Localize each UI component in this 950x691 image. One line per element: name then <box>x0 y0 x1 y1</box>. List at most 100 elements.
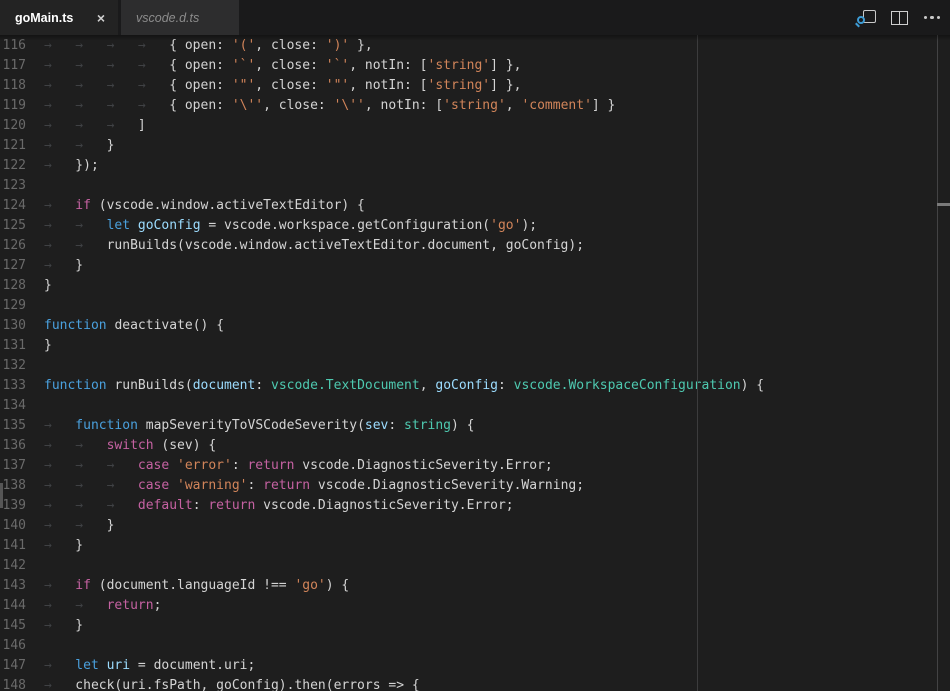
code-line[interactable]: 140→→} <box>0 516 950 536</box>
line-number[interactable]: 122 <box>0 156 44 176</box>
preview-search-icon[interactable] <box>855 8 877 28</box>
code-line[interactable]: 134 <box>0 396 950 416</box>
code-line[interactable]: 142 <box>0 556 950 576</box>
line-number[interactable]: 132 <box>0 356 44 376</box>
line-number[interactable]: 123 <box>0 176 44 196</box>
code-line[interactable]: 121→→} <box>0 136 950 156</box>
line-number[interactable]: 137 <box>0 456 44 476</box>
code-line[interactable]: 125→→let goConfig = vscode.workspace.get… <box>0 216 950 236</box>
line-number[interactable]: 128 <box>0 276 44 296</box>
line-number[interactable]: 119 <box>0 96 44 116</box>
line-number[interactable]: 124 <box>0 196 44 216</box>
code-line[interactable]: 124→if (vscode.window.activeTextEditor) … <box>0 196 950 216</box>
line-number[interactable]: 144 <box>0 596 44 616</box>
code-line[interactable]: 127→} <box>0 256 950 276</box>
line-number[interactable]: 127 <box>0 256 44 276</box>
tab-whitespace-arrow-icon: → <box>75 516 106 536</box>
scrollbar-track-edge[interactable] <box>937 35 938 691</box>
code-text: →let uri = document.uri; <box>44 656 255 676</box>
tab-whitespace-arrow-icon: → <box>75 496 106 516</box>
code-text: →→runBuilds(vscode.window.activeTextEdit… <box>44 236 584 256</box>
tab-whitespace-arrow-icon: → <box>75 136 106 156</box>
code-line[interactable]: 148→check(uri.fsPath, goConfig).then(err… <box>0 676 950 691</box>
line-number[interactable]: 138 <box>0 476 44 496</box>
tab-whitespace-arrow-icon: → <box>138 96 169 116</box>
code-line[interactable]: 129 <box>0 296 950 316</box>
line-number[interactable]: 148 <box>0 676 44 691</box>
tab-gomain-ts[interactable]: goMain.ts × <box>0 0 118 35</box>
tab-whitespace-arrow-icon: → <box>107 96 138 116</box>
line-number[interactable]: 136 <box>0 436 44 456</box>
code-line[interactable]: 137→→→case 'error': return vscode.Diagno… <box>0 456 950 476</box>
code-line[interactable]: 119→→→→{ open: '\'', close: '\'', notIn:… <box>0 96 950 116</box>
line-number[interactable]: 146 <box>0 636 44 656</box>
line-number[interactable]: 145 <box>0 616 44 636</box>
more-actions-icon[interactable] <box>922 12 943 24</box>
line-number[interactable]: 141 <box>0 536 44 556</box>
code-line[interactable]: 120→→→] <box>0 116 950 136</box>
tab-whitespace-arrow-icon: → <box>107 56 138 76</box>
code-line[interactable]: 135→function mapSeverityToVSCodeSeverity… <box>0 416 950 436</box>
tab-label: vscode.d.ts <box>136 11 229 25</box>
line-number[interactable]: 135 <box>0 416 44 436</box>
line-number[interactable]: 143 <box>0 576 44 596</box>
tab-whitespace-arrow-icon: → <box>44 76 75 96</box>
code-line[interactable]: 130function deactivate() { <box>0 316 950 336</box>
editor-actions <box>855 0 950 35</box>
code-line[interactable]: 116→→→→{ open: '(', close: ')' }, <box>0 36 950 56</box>
line-number[interactable]: 117 <box>0 56 44 76</box>
line-number[interactable]: 142 <box>0 556 44 576</box>
line-number[interactable]: 125 <box>0 216 44 236</box>
line-number[interactable]: 147 <box>0 656 44 676</box>
tab-whitespace-arrow-icon: → <box>44 216 75 236</box>
line-number[interactable]: 139 <box>0 496 44 516</box>
code-text: →check(uri.fsPath, goConfig).then(errors… <box>44 676 420 691</box>
close-icon[interactable]: × <box>94 9 108 27</box>
line-number[interactable]: 129 <box>0 296 44 316</box>
code-line[interactable]: 145→} <box>0 616 950 636</box>
line-number[interactable]: 131 <box>0 336 44 356</box>
code-line[interactable]: 138→→→case 'warning': return vscode.Diag… <box>0 476 950 496</box>
code-line[interactable]: 143→if (document.languageId !== 'go') { <box>0 576 950 596</box>
code-editor[interactable]: 116→→→→{ open: '(', close: ')' },117→→→→… <box>0 35 950 691</box>
line-number[interactable]: 134 <box>0 396 44 416</box>
tab-label: goMain.ts <box>15 11 94 25</box>
code-line[interactable]: 141→} <box>0 536 950 556</box>
code-line[interactable]: 131} <box>0 336 950 356</box>
editor-tab-bar: goMain.ts × vscode.d.ts <box>0 0 950 35</box>
tab-vscode-d-ts[interactable]: vscode.d.ts <box>121 0 239 35</box>
code-line[interactable]: 122→}); <box>0 156 950 176</box>
line-number[interactable]: 133 <box>0 376 44 396</box>
code-line[interactable]: 136→→switch (sev) { <box>0 436 950 456</box>
code-line[interactable]: 128} <box>0 276 950 296</box>
code-line[interactable]: 144→→return; <box>0 596 950 616</box>
code-line[interactable]: 123 <box>0 176 950 196</box>
line-number[interactable]: 140 <box>0 516 44 536</box>
code-line[interactable]: 133function runBuilds(document: vscode.T… <box>0 376 950 396</box>
code-line[interactable]: 146 <box>0 636 950 656</box>
line-number[interactable]: 121 <box>0 136 44 156</box>
tab-whitespace-arrow-icon: → <box>44 616 75 636</box>
code-line[interactable]: 117→→→→{ open: '`', close: '`', notIn: [… <box>0 56 950 76</box>
split-editor-icon[interactable] <box>891 11 908 25</box>
code-text: →} <box>44 256 83 276</box>
code-line[interactable]: 132 <box>0 356 950 376</box>
line-number[interactable]: 120 <box>0 116 44 136</box>
code-line[interactable]: 139→→→default: return vscode.DiagnosticS… <box>0 496 950 516</box>
tab-whitespace-arrow-icon: → <box>44 496 75 516</box>
code-text: →→→] <box>44 116 146 136</box>
code-line[interactable]: 118→→→→{ open: '"', close: '"', notIn: [… <box>0 76 950 96</box>
line-number[interactable]: 126 <box>0 236 44 256</box>
line-number[interactable]: 130 <box>0 316 44 336</box>
tab-whitespace-arrow-icon: → <box>44 196 75 216</box>
line-number[interactable]: 116 <box>0 36 44 56</box>
line-number[interactable]: 118 <box>0 76 44 96</box>
code-area[interactable]: 116→→→→{ open: '(', close: ')' },117→→→→… <box>0 36 950 691</box>
tab-whitespace-arrow-icon: → <box>107 76 138 96</box>
code-text: function runBuilds(document: vscode.Text… <box>44 376 764 396</box>
code-line[interactable]: 126→→runBuilds(vscode.window.activeTextE… <box>0 236 950 256</box>
tab-whitespace-arrow-icon: → <box>107 496 138 516</box>
code-line[interactable]: 147→let uri = document.uri; <box>0 656 950 676</box>
overview-ruler-marker <box>937 203 950 206</box>
code-text: } <box>44 336 52 356</box>
